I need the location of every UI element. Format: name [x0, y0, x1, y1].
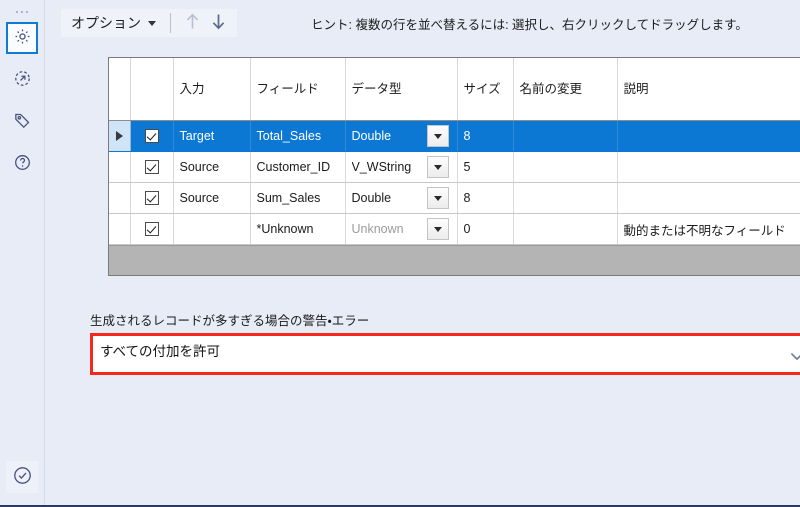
chevron-down-icon [148, 20, 156, 26]
cell-input[interactable]: Source [173, 151, 251, 183]
row-checkbox-cell[interactable] [130, 213, 174, 245]
cell-rename[interactable] [513, 182, 618, 214]
column-header-datatype[interactable]: データ型 [345, 58, 458, 121]
row-selector-cell[interactable] [109, 213, 131, 245]
arrow-down-icon [210, 12, 227, 34]
checkbox-checked-icon[interactable] [144, 191, 159, 206]
sidebar-item-help[interactable] [6, 148, 38, 180]
grid-toolbar: オプション [61, 8, 237, 38]
cell-description[interactable]: 動的または不明なフィールド [617, 213, 800, 245]
bottom-strip [45, 502, 800, 505]
rail-drag-dots [16, 6, 28, 18]
cell-description[interactable] [617, 120, 800, 152]
gear-icon [13, 27, 32, 49]
options-menu-button[interactable]: オプション [65, 10, 162, 36]
cell-rename[interactable] [513, 151, 618, 183]
cell-datatype[interactable]: Double [345, 120, 458, 152]
table-body: Target Total_Sales Double 8 Source Customer_I… [109, 120, 800, 245]
table-header-row: 入力 フィールド データ型 サイズ 名前の変更 説明 [109, 58, 800, 121]
move-row-down-button[interactable] [205, 10, 231, 36]
main-content: オプション ヒント: 複数の行を並べ替えるには: 選択し、右クリックしてドラッグ… [45, 0, 800, 505]
cell-field[interactable]: Customer_ID [250, 151, 346, 183]
column-header-selector [109, 58, 131, 121]
row-selector-cell[interactable] [109, 151, 131, 183]
column-header-input[interactable]: 入力 [173, 58, 251, 121]
cell-input[interactable]: Target [173, 120, 251, 152]
sidebar-item-status[interactable] [6, 461, 38, 493]
row-checkbox-cell[interactable] [130, 182, 174, 214]
row-selector-cell[interactable] [109, 120, 131, 152]
toolbar-divider [170, 13, 171, 33]
cell-datatype[interactable]: Double [345, 182, 458, 214]
cell-field[interactable]: *Unknown [250, 213, 346, 245]
checkbox-checked-icon[interactable] [144, 129, 159, 144]
column-header-rename[interactable]: 名前の変更 [513, 58, 618, 121]
question-circle-icon [13, 153, 32, 175]
move-row-up-button[interactable] [179, 10, 205, 36]
check-circle-icon [12, 465, 33, 489]
cell-field[interactable]: Sum_Sales [250, 182, 346, 214]
table-row[interactable]: *Unknown Unknown 0 動的または不明なフィールド [109, 213, 800, 245]
sidebar-item-run[interactable] [6, 64, 38, 96]
checkbox-checked-icon[interactable] [144, 222, 159, 237]
table-row[interactable]: Target Total_Sales Double 8 [109, 120, 800, 152]
warning-error-section: 生成されるレコードが多すぎる場合の警告・エラー すべての付加を許可 [90, 310, 800, 375]
column-header-checkbox [130, 58, 174, 121]
row-selector-cell[interactable] [109, 182, 131, 214]
warning-error-highlight: すべての付加を許可 [90, 333, 800, 375]
cell-size[interactable]: 0 [457, 213, 514, 245]
datatype-value: Double [351, 129, 392, 143]
column-header-description[interactable]: 説明 [617, 58, 800, 121]
warning-error-selected-value: すべての付加を許可 [100, 344, 221, 360]
cell-rename[interactable] [513, 120, 618, 152]
row-checkbox-cell[interactable] [130, 120, 174, 152]
table-row[interactable]: Source Sum_Sales Double 8 [109, 182, 800, 214]
field-mapping-grid: 入力 フィールド データ型 サイズ 名前の変更 説明 Target Total_S… [108, 57, 800, 276]
datatype-dropdown-button[interactable] [426, 125, 449, 147]
cell-datatype[interactable]: Unknown [345, 213, 458, 245]
datatype-dropdown-button[interactable] [426, 218, 449, 240]
datatype-value: Double [351, 191, 392, 205]
refresh-arrow-icon [13, 69, 32, 91]
tag-icon [13, 111, 32, 133]
cell-description[interactable] [617, 151, 800, 183]
icon-rail [0, 0, 45, 505]
cell-size[interactable]: 5 [457, 151, 514, 183]
datatype-dropdown-button[interactable] [426, 187, 449, 209]
chevron-down-icon [790, 350, 800, 360]
cell-input[interactable] [173, 213, 251, 245]
grid-footer-area [109, 245, 800, 275]
options-label: オプション [71, 15, 141, 31]
cell-size[interactable]: 8 [457, 182, 514, 214]
toolbar-panel: オプション [61, 9, 237, 37]
chevron-down-icon [433, 226, 442, 232]
arrow-up-icon [184, 12, 201, 34]
datatype-dropdown-button[interactable] [426, 156, 449, 178]
cell-field[interactable]: Total_Sales [250, 120, 346, 152]
datatype-value: Unknown [351, 222, 404, 236]
cell-input[interactable]: Source [173, 182, 251, 214]
sidebar-item-configuration[interactable] [6, 22, 38, 54]
row-checkbox-cell[interactable] [130, 151, 174, 183]
configuration-panel: オプション ヒント: 複数の行を並べ替えるには: 選択し、右クリックしてドラッグ… [0, 0, 800, 507]
checkbox-checked-icon[interactable] [144, 160, 159, 175]
warning-error-dropdown[interactable]: すべての付加を許可 [93, 336, 800, 372]
current-row-arrow-icon [115, 131, 123, 141]
table-row[interactable]: Source Customer_ID V_WString 5 [109, 151, 800, 183]
cell-description[interactable] [617, 182, 800, 214]
chevron-down-icon [433, 133, 442, 139]
warning-error-label: 生成されるレコードが多すぎる場合の警告・エラー [90, 314, 370, 328]
column-header-field[interactable]: フィールド [250, 58, 346, 121]
sidebar-item-annotation[interactable] [6, 106, 38, 138]
cell-size[interactable]: 8 [457, 120, 514, 152]
cell-datatype[interactable]: V_WString [345, 151, 458, 183]
sort-hint-text: ヒント: 複数の行を並べ替えるには: 選択し、右クリックしてドラッグします。 [311, 18, 748, 32]
datatype-value: V_WString [351, 160, 412, 174]
column-header-size[interactable]: サイズ [457, 58, 514, 121]
chevron-down-icon [433, 195, 442, 201]
field-table: 入力 フィールド データ型 サイズ 名前の変更 説明 Target Total_S… [109, 58, 800, 245]
cell-rename[interactable] [513, 213, 618, 245]
chevron-down-icon [433, 164, 442, 170]
